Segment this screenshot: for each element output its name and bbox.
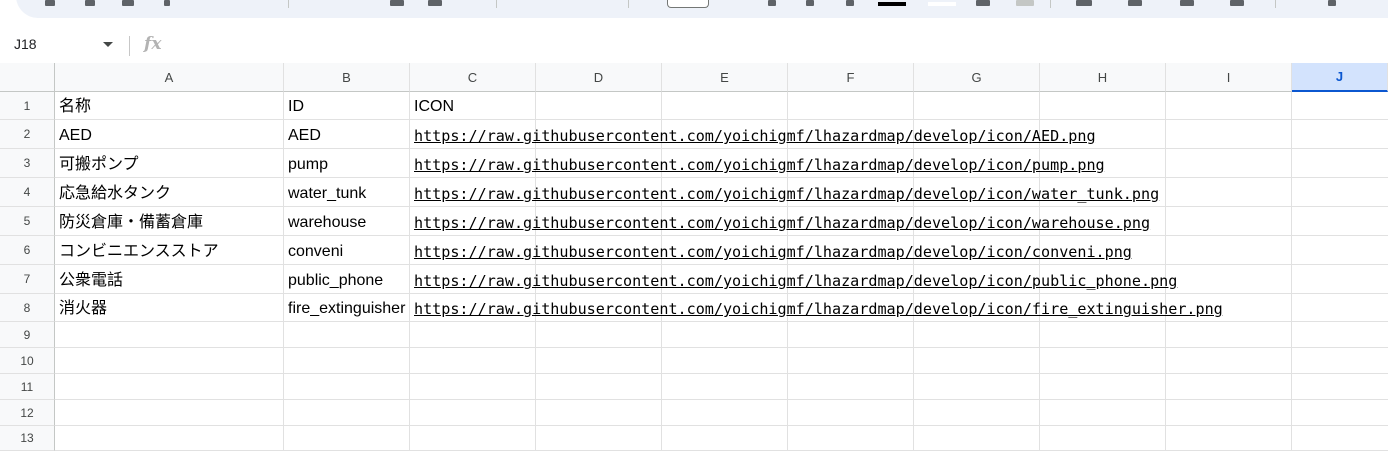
link-icon[interactable]: [1328, 0, 1336, 6]
horizontal-align-icon[interactable]: [1076, 0, 1092, 6]
toolbar-divider: [628, 0, 629, 8]
row-gridline: [55, 264, 1388, 265]
merge-cells-icon[interactable]: [1016, 0, 1034, 6]
url-link-cell[interactable]: https://raw.githubusercontent.com/yoichi…: [414, 272, 1177, 290]
toolbar-divider: [1050, 0, 1051, 8]
row-gridline: [55, 347, 1388, 348]
row-gridline: [55, 235, 1388, 236]
toolbar-divider: [288, 0, 289, 8]
bold-icon[interactable]: [768, 0, 776, 6]
column-header-b[interactable]: B: [284, 63, 410, 92]
cell-a[interactable]: 消火器: [59, 300, 107, 318]
column-header-d[interactable]: D: [536, 63, 662, 92]
row-header-9[interactable]: 9: [0, 322, 55, 348]
borders-icon[interactable]: [976, 0, 990, 6]
row-header-12[interactable]: 12: [0, 400, 55, 426]
column-header-g[interactable]: G: [914, 63, 1040, 92]
row-header-8[interactable]: 8: [0, 294, 55, 322]
url-link-cell[interactable]: https://raw.githubusercontent.com/yoichi…: [414, 243, 1132, 261]
column-header-c[interactable]: C: [410, 63, 536, 92]
row-header-5[interactable]: 5: [0, 207, 55, 236]
italic-icon[interactable]: [806, 0, 814, 6]
select-all-corner[interactable]: [0, 63, 55, 92]
row-header-7[interactable]: 7: [0, 265, 55, 294]
header-cell-c[interactable]: ICON: [414, 98, 454, 116]
column-header-f[interactable]: F: [788, 63, 914, 92]
spreadsheet-grid[interactable]: A B C D E F G H I J 1 2 3 4 5 6 7 8 9 10 11 12 13 名称 AED 可搬ポンプ 応急給…: [0, 63, 1388, 451]
url-link-cell[interactable]: https://raw.githubusercontent.com/yoichi…: [414, 300, 1223, 318]
print-icon[interactable]: [122, 0, 134, 6]
column-gridline: [283, 92, 284, 451]
fx-icon: fx: [144, 34, 162, 54]
toolbar-divider: [496, 0, 497, 8]
vertical-align-icon[interactable]: [1128, 0, 1142, 6]
increase-decimal-icon[interactable]: [428, 0, 442, 6]
name-box-dropdown-icon[interactable]: [103, 42, 113, 47]
row-gridline: [55, 373, 1388, 374]
row-header-13[interactable]: 13: [0, 426, 55, 451]
row-gridline: [55, 119, 1388, 120]
row-gridline: [55, 425, 1388, 426]
undo-icon[interactable]: [45, 0, 55, 6]
cell-a[interactable]: 防災倉庫・備蓄倉庫: [59, 214, 203, 232]
url-link-cell[interactable]: https://raw.githubusercontent.com/yoichi…: [414, 185, 1159, 203]
url-link-cell[interactable]: https://raw.githubusercontent.com/yoichi…: [414, 214, 1150, 232]
row-header-2[interactable]: 2: [0, 120, 55, 149]
row-gridline: [55, 148, 1388, 149]
cell-b[interactable]: warehouse: [288, 214, 410, 232]
row-header-11[interactable]: 11: [0, 374, 55, 400]
cell-a[interactable]: AED: [59, 127, 92, 145]
row-header-3[interactable]: 3: [0, 149, 55, 178]
cell-b[interactable]: fire_extinguisher: [288, 300, 410, 318]
row-header-6[interactable]: 6: [0, 236, 55, 265]
cell-a[interactable]: 応急給水タンク: [59, 185, 171, 203]
cell-b[interactable]: conveni: [288, 243, 410, 261]
text-rotation-icon[interactable]: [1230, 0, 1244, 6]
row-header-4[interactable]: 4: [0, 178, 55, 207]
row-gridline: [55, 293, 1388, 294]
column-header-a[interactable]: A: [55, 63, 284, 92]
row-gridline: [55, 177, 1388, 178]
cell-a[interactable]: 公衆電話: [59, 272, 123, 290]
url-link-cell[interactable]: https://raw.githubusercontent.com/yoichi…: [414, 127, 1096, 145]
row-header-1[interactable]: 1: [0, 92, 55, 120]
paint-format-icon[interactable]: [164, 0, 170, 6]
formula-bar-divider: [129, 36, 130, 56]
font-size-input[interactable]: [667, 0, 709, 8]
text-wrapping-icon[interactable]: [1180, 0, 1194, 6]
column-header-i[interactable]: I: [1166, 63, 1292, 92]
toolbar-divider: [1275, 0, 1276, 8]
name-box[interactable]: J18: [14, 36, 37, 52]
column-header-e[interactable]: E: [662, 63, 788, 92]
row-gridline: [55, 321, 1388, 322]
strikethrough-icon[interactable]: [846, 0, 854, 6]
column-header-h[interactable]: H: [1040, 63, 1166, 92]
url-link-cell[interactable]: https://raw.githubusercontent.com/yoichi…: [414, 156, 1105, 174]
header-cell-a[interactable]: 名称: [59, 98, 91, 116]
column-gridline: [1291, 92, 1292, 451]
cell-b[interactable]: pump: [288, 156, 410, 174]
text-color-icon[interactable]: [878, 2, 906, 6]
cell-a[interactable]: 可搬ポンプ: [59, 156, 139, 174]
column-header-j[interactable]: J: [1292, 63, 1388, 92]
cell-b[interactable]: public_phone: [288, 272, 410, 290]
row-gridline: [55, 206, 1388, 207]
row-gridline: [55, 399, 1388, 400]
cell-b[interactable]: water_tunk: [288, 185, 410, 203]
header-cell-b[interactable]: ID: [288, 98, 410, 116]
fill-color-icon[interactable]: [928, 2, 956, 6]
redo-icon[interactable]: [85, 0, 95, 6]
toolbar: [0, 0, 1388, 18]
row-header-10[interactable]: 10: [0, 348, 55, 374]
decrease-decimal-icon[interactable]: [390, 0, 404, 6]
cell-b[interactable]: AED: [288, 127, 410, 145]
cell-a[interactable]: コンビニエンスストア: [59, 243, 219, 261]
formula-bar: J18 fx: [0, 27, 1388, 63]
